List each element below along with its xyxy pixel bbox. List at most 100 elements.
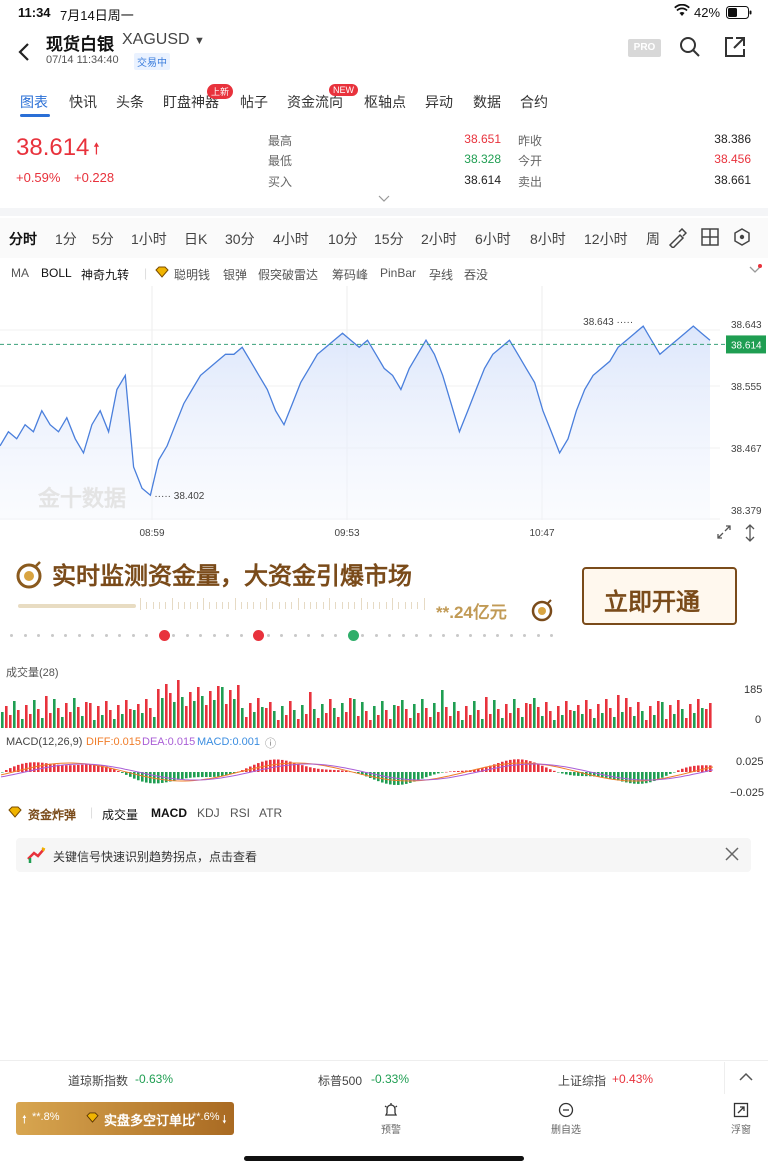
period-tab[interactable]: 6小时 — [475, 229, 511, 249]
period-tab[interactable]: 周 — [646, 229, 660, 249]
tab-movement[interactable]: 异动 — [425, 92, 453, 112]
volume-bar — [45, 696, 48, 728]
tab-pivot[interactable]: 枢轴点 — [364, 92, 406, 112]
volume-bar — [437, 712, 440, 728]
volume-bar — [421, 699, 424, 728]
ruler-tick — [322, 602, 324, 609]
new-badge: NEW — [329, 84, 358, 96]
resize-vertical-icon[interactable] — [744, 524, 756, 547]
macd-bar — [453, 771, 456, 772]
period-tab[interactable]: 2小时 — [421, 229, 457, 249]
pro-button[interactable]: PRO — [628, 39, 661, 57]
chevron-down-icon[interactable] — [748, 264, 762, 279]
volume-bar — [685, 718, 688, 728]
tab-flash[interactable]: 快讯 — [69, 92, 97, 112]
tab-headlines[interactable]: 头条 — [116, 92, 144, 112]
index-name[interactable]: 道琼斯指数 — [68, 1072, 128, 1089]
tab-contract[interactable]: 合约 — [520, 92, 548, 112]
signal-notice[interactable]: 关键信号快速识别趋势拐点，点击查看 — [16, 838, 751, 872]
period-tab[interactable]: 1小时 — [131, 229, 167, 249]
volume-bar — [177, 680, 180, 728]
indicator-smart-money[interactable]: 聪明钱 — [174, 266, 210, 283]
open-label: 今开 — [518, 154, 543, 168]
tab-posts[interactable]: 帖子 — [240, 92, 268, 112]
share-icon[interactable] — [724, 36, 746, 63]
volume-bar — [253, 712, 256, 728]
min-price-label: ····· 38.402 — [154, 491, 204, 502]
period-tab[interactable]: 8小时 — [530, 229, 566, 249]
expand-chevron-icon[interactable] — [378, 190, 390, 208]
volume-bar — [273, 711, 276, 728]
subtab-kdj[interactable]: KDJ — [197, 806, 220, 820]
period-tab[interactable]: 5分 — [92, 229, 114, 249]
volume-bar — [261, 707, 264, 728]
period-tab[interactable]: 10分 — [328, 229, 358, 249]
period-tab[interactable]: 4小时 — [273, 229, 309, 249]
subtab-fund-bomb[interactable]: 资金炸弹 — [28, 806, 76, 823]
volume-bar — [649, 706, 652, 728]
open-value: 38.456 — [714, 152, 751, 166]
draw-tool-icon[interactable] — [667, 227, 688, 251]
indicator-pinbar[interactable]: PinBar — [380, 266, 416, 280]
period-tab[interactable]: 15分 — [374, 229, 404, 249]
tab-chart[interactable]: 图表 — [20, 92, 48, 112]
float-window-button[interactable]: 浮窗 — [726, 1102, 756, 1136]
volume-bar — [33, 700, 36, 728]
period-tab[interactable]: 12小时 — [584, 229, 628, 249]
high-label: 最高 — [268, 134, 293, 148]
macd-bar — [277, 759, 280, 772]
period-tab[interactable]: 30分 — [225, 229, 255, 249]
volume-bar — [641, 711, 644, 728]
fullscreen-icon[interactable] — [716, 524, 732, 545]
chevron-up-icon[interactable] — [738, 1071, 754, 1086]
macd-bar — [389, 772, 392, 785]
macd-bar — [633, 772, 636, 784]
long-short-ratio-button[interactable]: 🠕 **.8% 实盘多空订单比 **.6% 🠗 — [16, 1102, 234, 1135]
subtab-volume[interactable]: 成交量 — [102, 806, 138, 823]
bid-value: 38.614 — [464, 173, 501, 187]
subtab-macd[interactable]: MACD — [151, 806, 187, 820]
indicator-td9[interactable]: 神奇九转 — [81, 266, 129, 283]
indicator-harami[interactable]: 孕线 — [429, 266, 453, 283]
index-name[interactable]: 标普500 — [318, 1072, 362, 1089]
alert-button[interactable]: 预警 — [376, 1102, 406, 1136]
volume-bar — [101, 715, 104, 728]
ruler-tick — [379, 602, 381, 609]
back-icon[interactable] — [14, 40, 34, 69]
subtab-atr[interactable]: ATR — [259, 806, 282, 820]
period-tab[interactable]: 1分 — [55, 229, 77, 249]
volume-bar — [85, 702, 88, 728]
subtab-rsi[interactable]: RSI — [230, 806, 250, 820]
ruler-tick — [247, 602, 249, 609]
activate-button[interactable]: 立即开通 — [582, 567, 737, 625]
price-chart[interactable]: 38.614 38.643 38.555 38.467 38.379 08:59 09:53… — [0, 286, 768, 544]
volume-bar — [49, 713, 52, 728]
volume-bar — [213, 700, 216, 728]
volume-bar — [349, 698, 352, 728]
macd-bar — [629, 772, 632, 784]
close-icon[interactable] — [725, 847, 739, 864]
volume-bar — [389, 719, 392, 728]
status-time: 11:34 — [18, 5, 51, 20]
index-name[interactable]: 上证综指 — [558, 1072, 606, 1089]
indicator-silver-bullet[interactable]: 银弹 — [223, 266, 247, 283]
search-icon[interactable] — [679, 36, 701, 63]
volume-bar — [345, 712, 348, 728]
indicator-false-breakout[interactable]: 假突破雷达 — [258, 266, 318, 283]
tab-data[interactable]: 数据 — [473, 92, 501, 112]
settings-hex-icon[interactable] — [733, 228, 751, 249]
indicator-chip-peak[interactable]: 筹码峰 — [332, 266, 368, 283]
remove-watchlist-button[interactable]: 删自选 — [548, 1102, 584, 1136]
macd-bar — [269, 759, 272, 772]
indicator-boll[interactable]: BOLL — [41, 266, 72, 280]
layout-grid-icon[interactable] — [701, 228, 719, 249]
indicator-engulfing[interactable]: 吞没 — [464, 266, 488, 283]
symbol-selector[interactable]: XAGUSD ▼ — [122, 31, 205, 49]
period-tab[interactable]: 分时 — [9, 229, 37, 249]
volume-bar — [529, 704, 532, 728]
macd-bar — [433, 772, 436, 775]
promo-banner[interactable]: 实时监测资金量，大资金引爆市场 **.24亿元 立即开通 — [0, 546, 768, 654]
period-tab[interactable]: 日K — [184, 229, 207, 249]
indicator-ma[interactable]: MA — [11, 266, 29, 280]
volume-bar — [325, 713, 328, 728]
